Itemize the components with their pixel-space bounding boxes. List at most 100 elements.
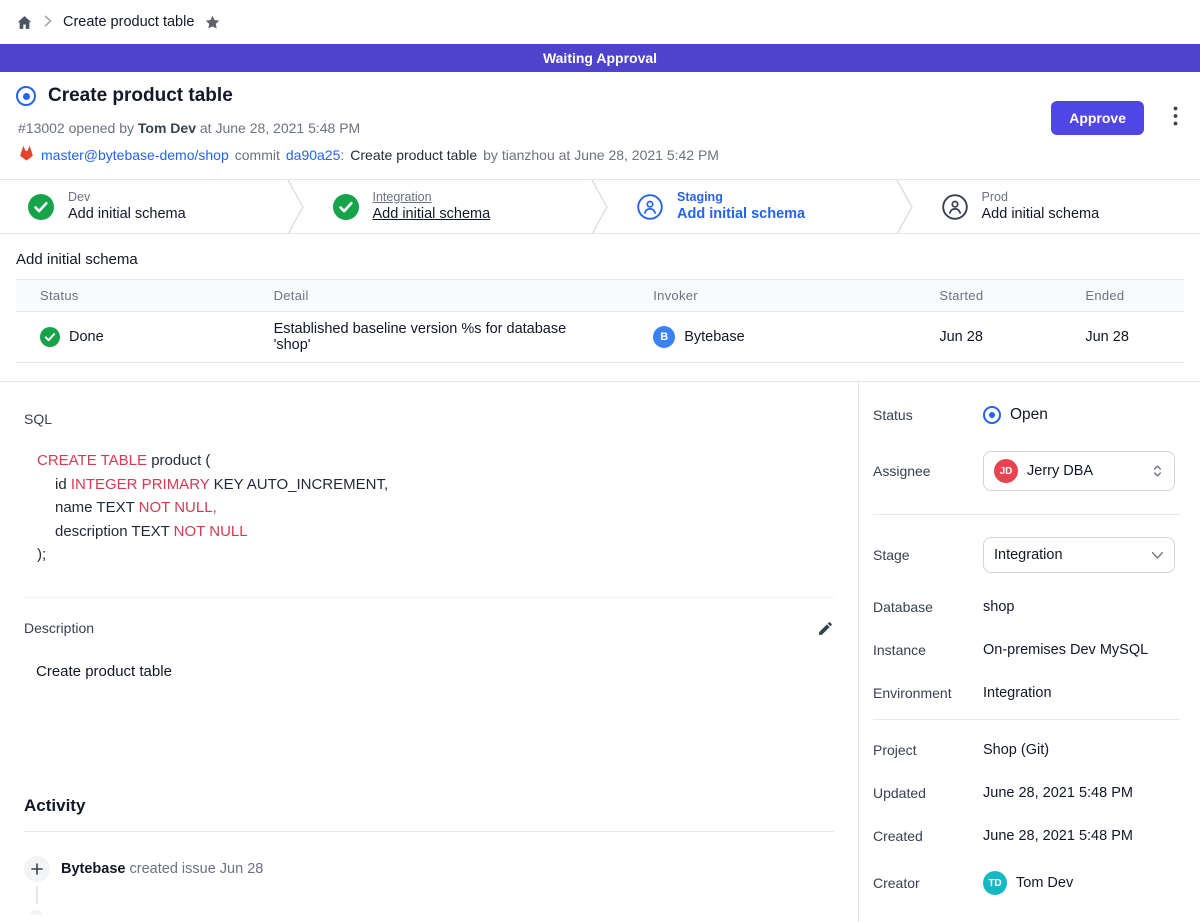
chevron-down-icon	[1151, 551, 1164, 560]
stage-task-label: Add initial schema	[68, 205, 186, 223]
done-check-icon	[40, 327, 60, 347]
database-label: Database	[873, 599, 983, 615]
task-ended: Jun 28	[1061, 312, 1184, 363]
updated-value: June 28, 2021 5:48 PM	[983, 785, 1133, 801]
issue-meta-prefix: #13002 opened by	[18, 120, 134, 136]
task-section: Add initial schema Status Detail Invoker…	[0, 251, 1200, 363]
description-text: Create product table	[24, 663, 834, 680]
stage-dev[interactable]: Dev Add initial schema	[0, 180, 287, 233]
commit-message: Create product table	[350, 147, 477, 163]
assignee-select[interactable]: JD Jerry DBA	[983, 451, 1175, 491]
issue-sidebar: Status Open Assignee JD Jerry DBA	[858, 382, 1200, 922]
task-status: Done	[69, 329, 104, 345]
plus-icon	[24, 856, 50, 882]
stage-value: Integration	[994, 547, 1063, 563]
activity-action: created issue Jun 28	[130, 861, 264, 877]
environment-label: Environment	[873, 685, 983, 701]
column-ended: Ended	[1061, 280, 1184, 312]
activity-heading: Activity	[24, 796, 834, 816]
stage-prod[interactable]: Prod Add initial schema	[914, 180, 1200, 233]
sql-text: name TEXT	[55, 499, 139, 516]
approval-banner: Waiting Approval	[0, 44, 1200, 72]
sql-text: product (	[147, 452, 210, 469]
issue-open-icon	[16, 86, 36, 106]
approve-button[interactable]: Approve	[1051, 101, 1144, 135]
creator-avatar: TD	[983, 871, 1007, 895]
stage-select[interactable]: Integration	[983, 537, 1175, 573]
column-detail: Detail	[250, 280, 630, 312]
status-open-icon	[983, 406, 1001, 424]
gitlab-icon	[18, 145, 35, 164]
done-check-icon	[333, 194, 359, 220]
commit-word: commit	[235, 147, 280, 163]
database-value[interactable]: shop	[983, 599, 1014, 615]
commit-byline: by tianzhou at June 28, 2021 5:42 PM	[483, 147, 719, 163]
sql-text: id	[55, 476, 71, 493]
stage-task-label: Add initial schema	[982, 205, 1100, 223]
instance-value[interactable]: On-premises Dev MySQL	[983, 642, 1148, 658]
updated-label: Updated	[873, 785, 983, 801]
column-status: Status	[16, 280, 250, 312]
stage-env-label: Staging	[677, 190, 805, 206]
sql-keyword: NOT NULL,	[139, 499, 217, 516]
task-table-header: Status Detail Invoker Started Ended	[16, 280, 1184, 312]
task-invoker: Bytebase	[684, 329, 744, 345]
stage-staging[interactable]: Staging Add initial schema	[609, 180, 896, 233]
task-table: Status Detail Invoker Started Ended Done…	[16, 279, 1184, 363]
description-label: Description	[24, 620, 94, 636]
commit-branch-link[interactable]: master@bytebase-demo/shop	[41, 147, 229, 163]
bytebase-issue-page: Create product table Waiting Approval Cr…	[0, 0, 1200, 900]
pending-person-icon	[942, 194, 968, 220]
activity-item: Bytebase created issue Jun 28	[24, 856, 834, 882]
stage-env-label: Prod	[982, 190, 1100, 206]
environment-value: Integration	[983, 685, 1052, 701]
creator-value: Tom Dev	[1016, 875, 1073, 891]
stage-separator	[591, 180, 609, 233]
column-started: Started	[915, 280, 1061, 312]
sidebar-divider	[873, 719, 1180, 720]
pipeline: Dev Add initial schema Integration Add i…	[0, 180, 1200, 234]
stage-task-label: Add initial schema	[677, 205, 805, 223]
stage-separator	[896, 180, 914, 233]
project-label: Project	[873, 742, 983, 758]
done-check-icon	[28, 194, 54, 220]
more-actions-icon[interactable]	[1173, 106, 1178, 126]
issue-open-time: at June 28, 2021 5:48 PM	[200, 120, 360, 136]
breadcrumb-page-title[interactable]: Create product table	[63, 14, 194, 30]
task-detail: Established baseline version %s for data…	[250, 312, 630, 363]
star-icon[interactable]	[204, 14, 221, 31]
status-value: Open	[1010, 406, 1048, 424]
stage-integration[interactable]: Integration Add initial schema	[305, 180, 592, 233]
issue-header: Create product table #13002 opened by To…	[0, 72, 1200, 180]
timeline-line	[36, 886, 38, 904]
issue-meta: #13002 opened by Tom Dev at June 28, 202…	[18, 120, 1176, 136]
task-section-heading: Add initial schema	[16, 251, 1184, 268]
stage-env-label: Dev	[68, 190, 186, 206]
assignee-value: Jerry DBA	[1027, 463, 1093, 479]
invoker-avatar: B	[653, 326, 675, 348]
assignee-label: Assignee	[873, 463, 983, 479]
assignee-avatar: JD	[994, 459, 1018, 483]
sql-statement: CREATE TABLE product ( id INTEGER PRIMAR…	[24, 449, 834, 567]
sql-keyword: INTEGER PRIMARY	[71, 476, 210, 493]
creator-label: Creator	[873, 875, 983, 891]
sql-keyword: CREATE TABLE	[37, 452, 147, 469]
edit-pencil-icon[interactable]	[817, 620, 834, 637]
home-icon[interactable]	[16, 14, 33, 31]
commit-colon: :	[340, 147, 344, 163]
pending-approval-icon	[637, 194, 663, 220]
task-row[interactable]: Done Established baseline version %s for…	[16, 312, 1184, 363]
sql-text: KEY AUTO_INCREMENT,	[209, 476, 388, 493]
section-divider	[24, 597, 834, 598]
commit-hash-link[interactable]: da90a25	[286, 147, 341, 163]
approval-banner-text: Waiting Approval	[543, 50, 657, 66]
project-value[interactable]: Shop (Git)	[983, 742, 1049, 758]
instance-label: Instance	[873, 642, 983, 658]
task-started: Jun 28	[915, 312, 1061, 363]
sidebar-divider	[873, 514, 1180, 515]
sql-label: SQL	[24, 411, 834, 427]
stage-label: Stage	[873, 547, 983, 563]
up-down-chevron-icon	[1151, 463, 1164, 479]
activity-feed: Bytebase created issue Jun 28	[24, 856, 834, 882]
breadcrumb: Create product table	[0, 0, 1200, 44]
